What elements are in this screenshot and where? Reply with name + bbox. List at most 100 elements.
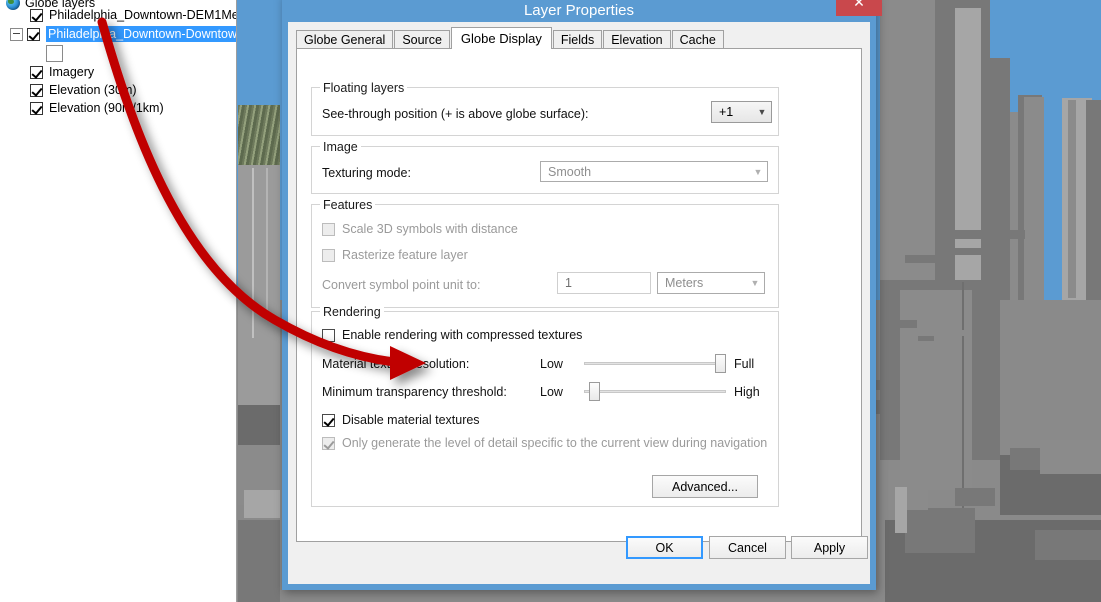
convert-symbol-unit-select[interactable]: Meters ▼: [657, 272, 765, 294]
tab-strip: Globe General Source Globe Display Field…: [296, 27, 725, 49]
building: [935, 230, 1025, 239]
slider-track: [584, 390, 726, 393]
building: [895, 320, 917, 328]
table-of-contents-panel[interactable]: Globe layers Philadelphia_Downtown-DEM1M…: [0, 0, 237, 602]
see-through-position-select[interactable]: +1 ▼: [711, 101, 772, 123]
layer-visibility-checkbox[interactable]: [27, 27, 40, 41]
dialog-title-bar[interactable]: Layer Properties: [288, 0, 870, 22]
building: [912, 330, 968, 336]
convert-symbol-unit-label: Convert symbol point unit to:: [322, 278, 481, 292]
building: [888, 470, 928, 510]
texturing-mode-select[interactable]: Smooth ▼: [540, 161, 768, 182]
list-item-label: Elevation (30m): [49, 83, 137, 97]
level-of-detail-label: Only generate the level of detail specif…: [342, 436, 768, 450]
sidebar-item-imagery[interactable]: Imagery: [30, 63, 94, 81]
building: [905, 508, 975, 553]
material-res-full-label: Full: [734, 357, 755, 371]
layer-visibility-checkbox[interactable]: [30, 65, 43, 79]
layer-visibility-checkbox[interactable]: [30, 8, 43, 22]
checkbox-box: [322, 222, 335, 236]
layer-visibility-checkbox[interactable]: [30, 83, 43, 97]
see-through-position-value: +1: [719, 105, 734, 119]
material-texture-resolution-label: Material texture resolution:: [322, 357, 470, 371]
min-transparency-high-label: High: [734, 385, 760, 399]
building: [1086, 100, 1101, 300]
list-item-label: Philadelphia_Downtown-Downtow: [46, 26, 237, 42]
texturing-mode-value: Smooth: [548, 164, 592, 179]
tab-source[interactable]: Source: [394, 30, 450, 49]
disable-material-textures-label: Disable material textures: [342, 413, 480, 427]
scale-3d-symbols-checkbox[interactable]: Scale 3D symbols with distance: [322, 222, 518, 236]
minimum-transparency-threshold-label: Minimum transparency threshold:: [322, 385, 507, 399]
list-item[interactable]: Philadelphia_Downtown-Downtow: [10, 25, 237, 43]
list-item[interactable]: [46, 44, 69, 62]
building: [238, 405, 280, 445]
building: [955, 8, 981, 300]
texturing-mode-label: Texturing mode:: [322, 166, 411, 180]
collapse-expander-icon[interactable]: [10, 27, 23, 41]
cancel-button[interactable]: Cancel: [709, 536, 786, 559]
group-title-floating-layers: Floating layers: [320, 81, 408, 95]
material-res-low-label: Low: [540, 357, 563, 371]
building: [895, 487, 907, 533]
ok-button[interactable]: OK: [626, 536, 703, 559]
group-title-features: Features: [320, 198, 376, 212]
convert-symbol-unit-input[interactable]: 1: [557, 272, 651, 294]
chevron-down-icon: ▼: [757, 107, 767, 117]
building: [955, 488, 995, 506]
apply-button[interactable]: Apply: [791, 536, 868, 559]
building-edge: [962, 282, 964, 512]
sublayer-visibility-checkbox[interactable]: [46, 44, 63, 62]
tab-fields[interactable]: Fields: [552, 30, 603, 49]
chevron-down-icon: ▼: [750, 278, 760, 288]
close-icon[interactable]: ✕: [836, 0, 882, 16]
tab-page-globe-display: Floating layers See-through position (+ …: [296, 48, 862, 542]
slider-thumb[interactable]: [715, 354, 726, 373]
building: [905, 255, 945, 263]
checkbox-box: [322, 328, 335, 342]
street-edge: [252, 168, 254, 338]
building: [244, 490, 280, 518]
tab-globe-general[interactable]: Globe General: [296, 30, 394, 49]
group-rendering: Rendering Enable rendering with compress…: [311, 305, 779, 507]
chevron-down-icon: ▼: [753, 166, 763, 177]
list-item-label: Elevation (90m/1km): [49, 101, 164, 115]
screenshot-root: Globe layers Philadelphia_Downtown-DEM1M…: [0, 0, 1101, 602]
min-transparency-low-label: Low: [540, 385, 563, 399]
building: [1024, 97, 1044, 300]
street: [238, 165, 280, 405]
scale-3d-symbols-label: Scale 3D symbols with distance: [342, 222, 518, 236]
advanced-button[interactable]: Advanced...: [652, 475, 758, 498]
compressed-textures-label: Enable rendering with compressed texture…: [342, 328, 583, 342]
building: [238, 520, 280, 602]
compressed-textures-checkbox[interactable]: Enable rendering with compressed texture…: [322, 328, 582, 342]
material-texture-resolution-slider[interactable]: [584, 353, 726, 373]
globe-icon: [6, 0, 20, 10]
slider-track: [584, 362, 726, 365]
dialog-body: Globe General Source Globe Display Field…: [288, 22, 870, 584]
level-of-detail-checkbox[interactable]: Only generate the level of detail specif…: [322, 436, 767, 450]
group-title-image: Image: [320, 140, 361, 154]
list-item-label: Imagery: [49, 65, 95, 79]
sidebar-item-elevation-30m[interactable]: Elevation (30m): [30, 81, 137, 99]
convert-symbol-unit-value: Meters: [665, 276, 704, 290]
aerial-imagery-patch: [238, 105, 280, 165]
minimum-transparency-slider[interactable]: [584, 381, 726, 401]
list-item[interactable]: Philadelphia_Downtown-DEM1Met: [30, 6, 237, 24]
see-through-position-label: See-through position (+ is above globe s…: [322, 107, 589, 121]
rasterize-feature-layer-checkbox[interactable]: Rasterize feature layer: [322, 248, 468, 262]
slider-thumb[interactable]: [589, 382, 601, 401]
layer-visibility-checkbox[interactable]: [30, 101, 43, 115]
sidebar-item-elevation-90m[interactable]: Elevation (90m/1km): [30, 99, 164, 117]
list-item-label: Philadelphia_Downtown-DEM1Met: [49, 8, 237, 22]
checkbox-box: [322, 413, 335, 427]
building: [1068, 100, 1076, 298]
tab-globe-display[interactable]: Globe Display: [450, 27, 552, 49]
building: [990, 58, 1010, 300]
tab-cache[interactable]: Cache: [671, 30, 724, 49]
tab-elevation[interactable]: Elevation: [603, 30, 671, 49]
disable-material-textures-checkbox[interactable]: Disable material textures: [322, 413, 480, 427]
checkbox-box: [322, 436, 335, 450]
group-image: Image Texturing mode: Smooth ▼: [311, 140, 779, 194]
building: [950, 248, 1010, 255]
